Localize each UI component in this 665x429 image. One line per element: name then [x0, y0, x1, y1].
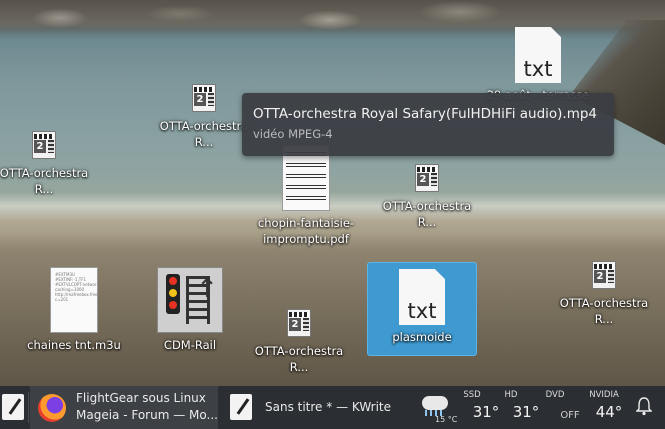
icon-label: OTTA-orchestra R...: [382, 199, 472, 229]
sensor-value-hd: 31°: [512, 403, 540, 421]
tooltip-subtitle: vidéo MPEG-4: [253, 127, 333, 141]
desktop-icon-cdm-rail[interactable]: ↑ CDM-Rail: [136, 267, 244, 353]
separator: [28, 392, 29, 423]
cloud-rain-icon[interactable]: [420, 394, 452, 416]
text-file-icon: txt: [399, 269, 445, 325]
icon-label: plasmoide: [392, 330, 452, 344]
desktop-icon-otta-2[interactable]: OTTA-orchestra R...: [0, 131, 98, 197]
desktop-icon-otta-4[interactable]: OTTA-orchestra R...: [550, 261, 658, 327]
tooltip-title: OTTA-orchestra Royal Safary(FulHDHiFi au…: [253, 106, 598, 122]
text-file-icon: txt: [515, 27, 561, 83]
sensor-value-ssd: 31°: [472, 403, 500, 421]
notification-bell-icon[interactable]: [635, 396, 653, 416]
weather-temperature: 15 °C: [435, 415, 458, 424]
icon-label: chopin-fantaisie-impromptu.pdf: [257, 216, 355, 246]
desktop[interactable]: OTTA-orchestra R... OTTA-orchestra R... …: [0, 0, 665, 386]
sensor-label-nvidia: NVIDIA: [589, 390, 619, 400]
icon-label: OTTA-orchestra R...: [0, 166, 89, 196]
sensor-label-ssd: SSD: [463, 390, 481, 400]
desktop-icon-chaines-m3u[interactable]: #EXTM3U #EXTINF:-1,TF1 #EXTVLCOPT:networ…: [20, 267, 128, 353]
desktop-icon-chopin-pdf[interactable]: chopin-fantaisie-impromptu.pdf: [252, 145, 360, 247]
desktop-icon-otta-5[interactable]: OTTA-orchestra R...: [245, 309, 353, 375]
playlist-thumbnail: #EXTM3U #EXTINF:-1,TF1 #EXTVLCOPT:networ…: [50, 267, 98, 333]
taskbar: FlightGear sous Linux Mageia - Forum — M…: [0, 386, 665, 429]
icon-label: OTTA-orchestra R...: [559, 296, 649, 326]
icon-label: chaines tnt.m3u: [27, 338, 121, 352]
desktop-icon-terrasse[interactable]: txt 29 août - terrasse: [484, 27, 592, 103]
sensor-value-nvidia: 44°: [595, 403, 623, 421]
desktop-icon-otta-3[interactable]: OTTA-orchestra R...: [373, 164, 481, 230]
video-file-icon: [32, 131, 56, 159]
kwrite-icon: [230, 394, 252, 420]
icon-label: CDM-Rail: [163, 338, 217, 352]
pen-icon: [2, 394, 24, 420]
video-file-icon: [287, 309, 311, 337]
video-file-icon: [192, 84, 216, 112]
video-file-icon: [592, 261, 616, 289]
desktop-icon-plasmoide[interactable]: txt plasmoide: [368, 263, 476, 355]
task-title: Sans titre * — KWrite: [265, 400, 392, 414]
sensor-label-dvd: DVD: [545, 390, 565, 400]
icon-label: OTTA-orchestra R...: [254, 344, 344, 374]
task-firefox[interactable]: FlightGear sous Linux Mageia - Forum — M…: [30, 386, 218, 429]
firefox-icon: [38, 394, 66, 422]
task-kwrite[interactable]: Sans titre * — KWrite: [222, 386, 410, 429]
sensor-value-dvd: OFF: [560, 410, 580, 421]
task-title-line1: FlightGear sous Linux: [76, 391, 206, 405]
file-tooltip: OTTA-orchestra Royal Safary(FulHDHiFi au…: [242, 93, 614, 156]
railway-signal-icon: ↑: [157, 267, 223, 333]
task-title-line2: Mageia - Forum — Mo...: [76, 408, 218, 422]
sensor-label-hd: HD: [504, 390, 518, 400]
video-file-icon: [415, 164, 439, 192]
kwrite-launcher[interactable]: [0, 386, 26, 429]
